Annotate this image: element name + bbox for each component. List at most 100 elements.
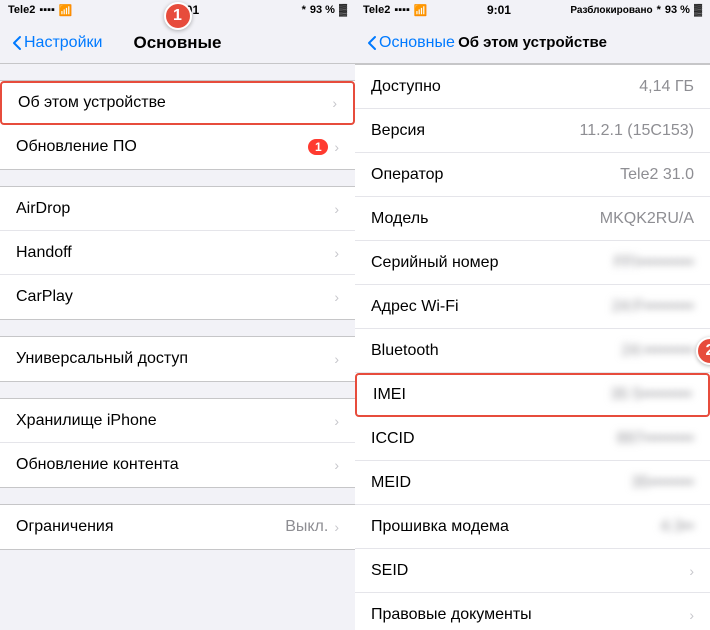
imei-label: IMEI (373, 386, 406, 404)
signal-icon-right: ▪▪▪▪ (394, 4, 410, 16)
group-airdrop-handoff: AirDrop › Handoff › CarPlay › (0, 186, 355, 320)
left-back-button[interactable]: Настройки (12, 34, 102, 52)
right-nav-bar: Основные Об этом устройстве (355, 20, 710, 64)
row-update[interactable]: Обновление ПО 1 › (0, 125, 355, 169)
wifi-icon: 📶 (59, 4, 73, 17)
row-version: Версия 11.2.1 (15C153) (355, 109, 710, 153)
row-model: Модель MKQK2RU/A (355, 197, 710, 241)
seid-chevron: › (689, 563, 694, 579)
about-value: › (332, 95, 337, 111)
airdrop-chevron: › (334, 201, 339, 217)
left-nav-title: Основные (133, 33, 221, 52)
wifi-label: Адрес Wi-Fi (371, 298, 459, 316)
group-about-update: Об этом устройстве › Обновление ПО 1 › (0, 80, 355, 170)
version-value: 11.2.1 (15C153) (580, 122, 694, 140)
restrictions-value: Выкл. › (285, 518, 339, 536)
row-restrictions[interactable]: Ограничения Выкл. › (0, 505, 355, 549)
carrier-right: Tele2 (363, 4, 390, 16)
iccid-label: ICCID (371, 430, 415, 448)
carrier-value: Tele2 31.0 (620, 166, 694, 184)
meid-label: MEID (371, 474, 411, 492)
about-label: Об этом устройстве (18, 94, 166, 112)
carrier-left: Tele2 (8, 4, 35, 16)
iccid-value: 897••••••••• (617, 430, 694, 448)
meid-value: 35•••••••• (631, 474, 694, 492)
handoff-value: › (334, 245, 339, 261)
left-back-label: Настройки (24, 34, 102, 52)
restrictions-text: Выкл. (285, 518, 328, 536)
carplay-label: CarPlay (16, 288, 73, 306)
battery-icon-right: ▓ (694, 4, 702, 16)
bluetooth-icon-right: * (657, 4, 661, 16)
right-back-button[interactable]: Основные (367, 34, 455, 52)
left-status-right: * 93 % ▓ (302, 4, 347, 16)
battery-left: 93 % (310, 4, 335, 16)
row-bluetooth: Bluetooth 24:••••••••• 2 (355, 329, 710, 373)
bluetooth-label: Bluetooth (371, 342, 439, 360)
row-airdrop[interactable]: AirDrop › (0, 187, 355, 231)
content-update-value: › (334, 457, 339, 473)
row-iccid: ICCID 897••••••••• (355, 417, 710, 461)
row-handoff[interactable]: Handoff › (0, 231, 355, 275)
storage-chevron: › (334, 413, 339, 429)
annotation-2: 2 (696, 337, 710, 365)
battery-right: 93 % (665, 4, 690, 16)
model-value: MKQK2RU/A (600, 210, 694, 228)
group-accessibility: Универсальный доступ › (0, 336, 355, 382)
row-wifi: Адрес Wi-Fi 24:F••••••••• (355, 285, 710, 329)
right-status-left: Tele2 ▪▪▪▪ 📶 (363, 4, 428, 17)
imei-value: 35 5••••••••• (610, 386, 692, 404)
modem-label: Прошивка модема (371, 518, 509, 536)
carplay-chevron: › (334, 289, 339, 305)
group-storage: Хранилище iPhone › Обновление контента › (0, 398, 355, 488)
wifi-value: 24:F••••••••• (612, 298, 694, 316)
handoff-label: Handoff (16, 244, 72, 262)
storage-label: Хранилище iPhone (16, 412, 157, 430)
annotation-1: 1 (164, 2, 192, 30)
carrier-label: Оператор (371, 166, 443, 184)
row-storage[interactable]: Хранилище iPhone › (0, 399, 355, 443)
update-badge: 1 (308, 139, 328, 155)
right-list: Доступно 4,14 ГБ Версия 11.2.1 (15C153) … (355, 64, 710, 630)
model-label: Модель (371, 210, 428, 228)
row-imei: IMEI 35 5••••••••• (355, 373, 710, 417)
accessibility-label: Универсальный доступ (16, 350, 188, 368)
group-restrictions: Ограничения Выкл. › (0, 504, 355, 550)
signal-icon: ▪▪▪▪ (39, 4, 55, 16)
right-nav-title: Об этом устройстве (458, 34, 607, 51)
content-update-label: Обновление контента (16, 456, 179, 474)
legal-label: Правовые документы (371, 606, 532, 624)
modem-value: 4.3•• (661, 518, 694, 536)
legal-value: › (689, 607, 694, 623)
seid-label: SEID (371, 562, 408, 580)
left-status-left: Tele2 ▪▪▪▪ 📶 (8, 4, 73, 17)
right-back-chevron (367, 35, 377, 51)
annotation-circle-1: 1 (164, 2, 192, 30)
row-carplay[interactable]: CarPlay › (0, 275, 355, 319)
time-right: 9:01 (487, 3, 511, 17)
accessibility-value: › (334, 351, 339, 367)
serial-label: Серийный номер (371, 254, 498, 272)
right-panel: Tele2 ▪▪▪▪ 📶 9:01 Разблокировано * 93 % … (355, 0, 710, 630)
row-seid[interactable]: SEID › (355, 549, 710, 593)
row-about[interactable]: Об этом устройстве › (0, 81, 355, 125)
airdrop-value: › (334, 201, 339, 217)
accessibility-chevron: › (334, 351, 339, 367)
wifi-icon-right: 📶 (414, 4, 428, 17)
row-legal[interactable]: Правовые документы › (355, 593, 710, 630)
row-modem: Прошивка модема 4.3•• (355, 505, 710, 549)
available-value: 4,14 ГБ (639, 78, 694, 96)
restrictions-label: Ограничения (16, 518, 114, 536)
row-carrier: Оператор Tele2 31.0 (355, 153, 710, 197)
row-serial: Серийный номер FFI•••••••••• (355, 241, 710, 285)
legal-chevron: › (689, 607, 694, 623)
restrictions-chevron: › (334, 519, 339, 535)
update-label: Обновление ПО (16, 138, 137, 156)
battery-icon-left: ▓ (339, 4, 347, 16)
row-content-update[interactable]: Обновление контента › (0, 443, 355, 487)
row-accessibility[interactable]: Универсальный доступ › (0, 337, 355, 381)
content-update-chevron: › (334, 457, 339, 473)
annotation-circle-2: 2 (696, 337, 710, 365)
row-available: Доступно 4,14 ГБ (355, 65, 710, 109)
version-label: Версия (371, 122, 425, 140)
